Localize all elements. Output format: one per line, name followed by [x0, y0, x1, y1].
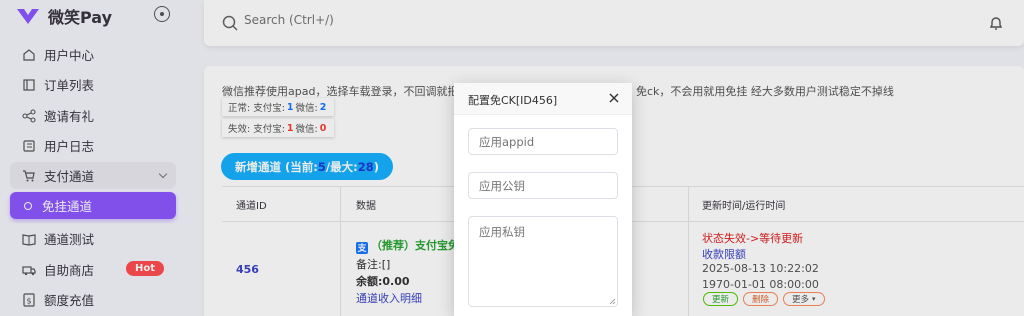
- resize-handle-icon[interactable]: [609, 298, 616, 305]
- modal-title: 配置免CK[ID456]: [468, 94, 558, 107]
- close-icon[interactable]: [608, 92, 620, 104]
- config-modal: 配置免CK[ID456]: [454, 83, 632, 316]
- modal-header: 配置免CK[ID456]: [454, 83, 632, 115]
- appid-input[interactable]: [468, 128, 618, 155]
- public-key-input[interactable]: [468, 172, 618, 199]
- private-key-textarea[interactable]: [468, 216, 618, 307]
